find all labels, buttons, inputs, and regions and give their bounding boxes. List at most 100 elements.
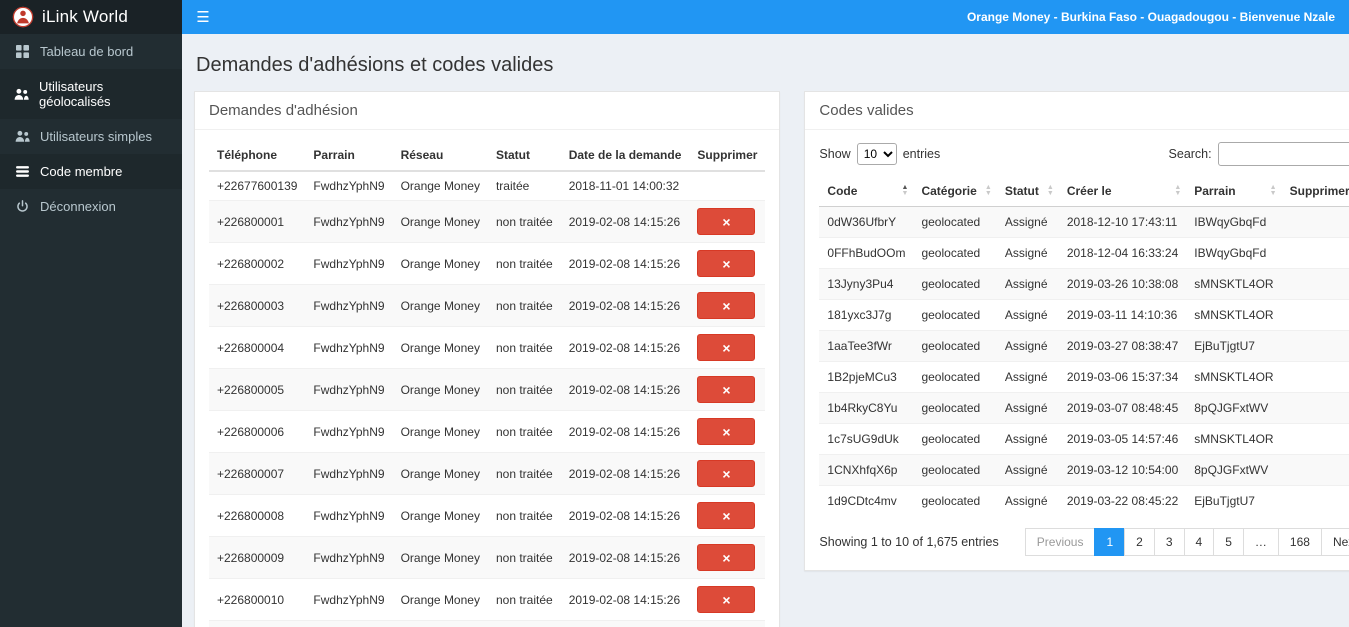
status-cell: traitée (487, 170, 561, 201)
pagination-2[interactable]: 2 (1124, 528, 1155, 556)
status-cell: Assigné (996, 361, 1059, 393)
x-icon: × (722, 381, 731, 398)
pagination-next[interactable]: Next (1320, 528, 1349, 556)
parrain-cell: EjBuTjgtU7 (1186, 330, 1282, 362)
code-cell: 1b4RkyC8Yu (819, 392, 914, 424)
delete-cell (1281, 299, 1349, 331)
users-icon (14, 130, 30, 143)
parrain-cell: FwdhzYphN9 (305, 536, 393, 579)
status-cell: non traitée (487, 326, 561, 369)
delete-cell: × (689, 368, 766, 411)
request-row: +226800330FwdhzYphN9Orange Moneynon trai… (209, 620, 766, 627)
status-cell: non traitée (487, 410, 561, 453)
delete-cell: × (689, 578, 766, 621)
search-input[interactable] (1217, 142, 1349, 166)
delete-cell: × (689, 620, 766, 627)
pagination-168[interactable]: 168 (1277, 528, 1322, 556)
pagination-5[interactable]: 5 (1213, 528, 1244, 556)
requests-table-header: Téléphone Parrain Réseau Statut Date de la d… (209, 140, 766, 172)
pagination-ellipsis: … (1242, 528, 1279, 556)
category-cell: geolocated (913, 330, 997, 362)
category-cell: geolocated (913, 361, 997, 393)
phone-cell: +226800008 (209, 494, 306, 537)
pagination-1[interactable]: 1 (1094, 528, 1126, 556)
delete-request-button[interactable]: × (697, 544, 756, 571)
delete-request-button[interactable]: × (697, 334, 756, 361)
sidebar-item-logout[interactable]: Déconnexion (0, 189, 182, 224)
codes-column-header[interactable]: Statut ▲ ▼ (996, 176, 1059, 207)
status-cell: non traitée (487, 200, 561, 243)
delete-request-button[interactable]: × (697, 502, 756, 529)
date-cell: 2019-02-08 14:15:26 (560, 578, 690, 621)
codes-column-header[interactable]: Créer le ▲ ▼ (1058, 176, 1187, 207)
codes-column-header[interactable]: Parrain ▲ ▼ (1186, 176, 1282, 207)
delete-request-button[interactable]: × (697, 292, 756, 319)
table-info: Showing 1 to 10 of 1,675 entries (819, 535, 999, 549)
sidebar-item-label: Déconnexion (40, 199, 116, 214)
delete-request-button[interactable]: × (697, 208, 756, 235)
status-cell: Assigné (996, 237, 1059, 269)
delete-request-button[interactable]: × (697, 586, 756, 613)
code-row: 1d9CDtc4mv geolocated Assigné 2019-03-22 08… (819, 485, 1349, 516)
phone-cell: +226800003 (209, 284, 306, 327)
status-cell: non traitée (487, 452, 561, 495)
x-icon: × (722, 549, 731, 566)
sidebar-item-dashboard[interactable]: Tableau de bord (0, 34, 182, 69)
sidebar-item-users-simple[interactable]: Utilisateurs simples (0, 119, 182, 154)
code-row: 1aaTee3fWr geolocated Assigné 2019-03-27 08… (819, 330, 1349, 362)
brand[interactable]: iLink World (0, 0, 182, 34)
status-cell: Assigné (996, 392, 1059, 424)
codes-panel-title: Codes valides (805, 92, 1349, 130)
phone-cell: +22677600139 (209, 170, 306, 201)
status-cell: non traitée (487, 242, 561, 285)
date-cell: 2019-02-12 19:10:32 (560, 620, 690, 627)
delete-cell (1281, 361, 1349, 393)
phone-cell: +226800001 (209, 200, 306, 243)
column-label: Créer le (1066, 184, 1112, 198)
status-cell: non traitée (487, 536, 561, 579)
codes-column-header[interactable]: Supprimer▲▼ (1281, 176, 1349, 207)
date-cell: 2019-02-08 14:15:26 (560, 368, 690, 411)
requests-column-header: Supprimer (689, 140, 766, 172)
parrain-cell: sMNSKTL4OR (1186, 299, 1282, 331)
sidebar-item-member-code[interactable]: Code membre (0, 154, 182, 189)
page-length-select[interactable]: 10 (856, 143, 897, 165)
delete-cell: × (689, 200, 766, 243)
delete-request-button[interactable]: × (697, 460, 756, 487)
parrain-cell: 8pQJGFxtWV (1186, 454, 1282, 486)
date-cell: 2019-02-08 14:15:26 (560, 284, 690, 327)
parrain-cell: IBWqyGbqFd (1186, 237, 1282, 269)
delete-request-button[interactable]: × (697, 376, 756, 403)
code-cell: 1aaTee3fWr (819, 330, 914, 362)
sidebar-item-users-geolocated[interactable]: Utilisateurs géolocalisés (0, 69, 182, 119)
delete-cell (1281, 237, 1349, 269)
show-label: Show (819, 147, 851, 161)
delete-cell: × (689, 326, 766, 369)
delete-request-button[interactable]: × (697, 418, 756, 445)
parrain-cell: FwdhzYphN9 (305, 170, 393, 201)
menu-toggle-button[interactable]: ☰ (182, 0, 224, 34)
status-cell: Assigné (996, 268, 1059, 300)
delete-cell: × (689, 452, 766, 495)
pagination-4[interactable]: 4 (1183, 528, 1215, 556)
phone-cell: +226800002 (209, 242, 306, 285)
codes-column-header[interactable]: Code ▲ ▼ (819, 176, 914, 207)
created-cell: 2019-03-12 10:54:00 (1058, 454, 1187, 486)
created-cell: 2018-12-10 17:43:11 (1058, 206, 1187, 238)
request-row: +226800001 FwdhzYphN9 Orange Money non trai… (209, 200, 766, 243)
delete-cell (1281, 330, 1349, 362)
delete-cell (689, 170, 766, 201)
codes-column-header[interactable]: Catégorie ▲ ▼ (913, 176, 997, 207)
parrain-cell: FwdhzYphN9 (305, 200, 393, 243)
delete-request-button[interactable]: × (697, 250, 756, 277)
delete-cell: × (689, 494, 766, 537)
category-cell: geolocated (913, 392, 997, 424)
code-row: 0dW36UfbrY geolocated Assigné 2018-12-10 17… (819, 206, 1349, 238)
column-label: Statut (1004, 184, 1039, 198)
pagination-3[interactable]: 3 (1153, 528, 1185, 556)
network-cell: Orange Money (392, 536, 488, 579)
parrain-cell: FwdhzYphN9 (305, 452, 393, 495)
parrain-cell: FwdhzYphN9 (305, 242, 393, 285)
pagination-previous[interactable]: Previous (1024, 528, 1096, 556)
status-cell: Assigné (996, 299, 1059, 331)
